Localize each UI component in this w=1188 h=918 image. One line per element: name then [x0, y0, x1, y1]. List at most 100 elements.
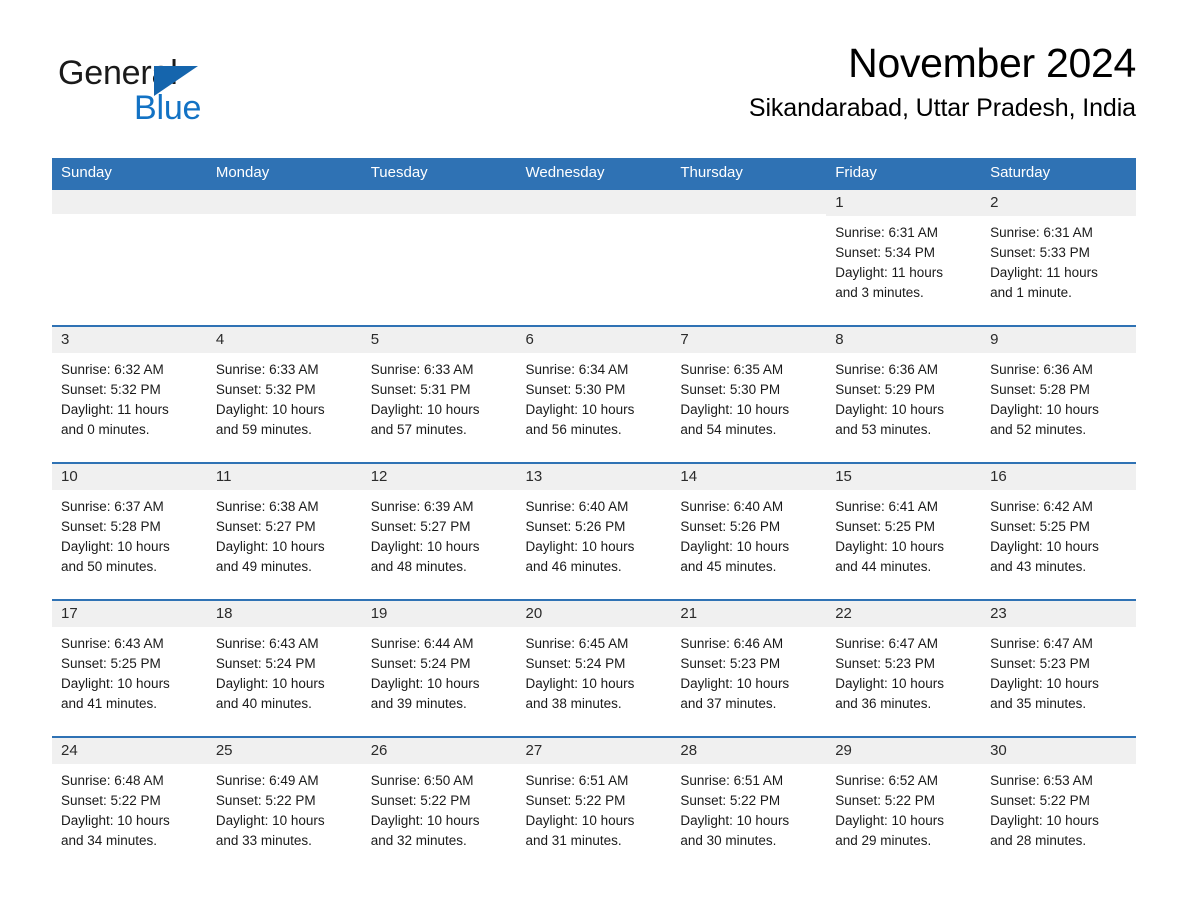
day-details: Sunrise: 6:40 AM Sunset: 5:26 PM Daylight:…: [671, 490, 826, 577]
sunrise-text: Sunrise: 6:36 AM: [835, 361, 939, 377]
sunrise-text: Sunrise: 6:44 AM: [370, 635, 474, 651]
daylight-text-line2: and 41 minutes.: [61, 695, 158, 711]
calendar-day-cell[interactable]: 13 Sunrise: 6:40 AM Sunset: 5:26 PM Dayligh…: [516, 461, 672, 600]
calendar-day-cell[interactable]: 30 Sunrise: 6:53 AM Sunset: 5:22 PM Dayligh…: [981, 735, 1136, 873]
calendar-day-cell[interactable]: 11 Sunrise: 6:38 AM Sunset: 5:27 PM Dayligh…: [206, 461, 362, 600]
daylight-text-line2: and 49 minutes.: [215, 558, 312, 574]
day-number: 1: [826, 189, 982, 216]
daylight-text-line1: Daylight: 10 hours: [215, 675, 325, 691]
calendar-day-cell[interactable]: 21 Sunrise: 6:46 AM Sunset: 5:23 PM Dayligh…: [671, 598, 827, 737]
calendar-day-cell[interactable]: 4 Sunrise: 6:33 AM Sunset: 5:32 PM Daylight…: [206, 324, 362, 463]
day-number: 19: [361, 600, 517, 627]
daylight-text-line2: and 54 minutes.: [680, 421, 777, 437]
calendar-day-cell[interactable]: 20 Sunrise: 6:45 AM Sunset: 5:24 PM Dayligh…: [516, 598, 672, 737]
sunset-text: Sunset: 5:25 PM: [990, 518, 1090, 534]
day-details: Sunrise: 6:47 AM Sunset: 5:23 PM Daylight:…: [981, 627, 1136, 714]
daylight-text-line1: Daylight: 11 hours: [835, 264, 944, 280]
day-number: 4: [206, 326, 362, 353]
calendar-day-cell[interactable]: 22 Sunrise: 6:47 AM Sunset: 5:23 PM Dayligh…: [826, 598, 982, 737]
day-details: Sunrise: 6:43 AM Sunset: 5:24 PM Daylight:…: [207, 627, 362, 714]
sunset-text: Sunset: 5:26 PM: [680, 518, 781, 534]
daylight-text-line2: and 43 minutes.: [990, 558, 1087, 574]
sunset-text: Sunset: 5:30 PM: [525, 381, 626, 397]
daylight-text-line2: and 3 minutes.: [835, 284, 924, 300]
calendar-day-cell[interactable]: 16 Sunrise: 6:42 AM Sunset: 5:25 PM Dayligh…: [981, 461, 1136, 600]
sunrise-text: Sunrise: 6:38 AM: [215, 498, 319, 514]
day-number: 29: [826, 737, 982, 764]
sunrise-text: Sunrise: 6:47 AM: [835, 635, 939, 651]
day-details: Sunrise: 6:44 AM Sunset: 5:24 PM Daylight:…: [362, 627, 517, 714]
daylight-text-line2: and 31 minutes.: [525, 832, 622, 848]
day-details: Sunrise: 6:33 AM Sunset: 5:31 PM Daylight:…: [362, 353, 517, 440]
sunset-text: Sunset: 5:23 PM: [990, 655, 1090, 671]
sunset-text: Sunset: 5:32 PM: [215, 381, 316, 397]
calendar-day-cell-empty: [206, 189, 362, 326]
daylight-text-line1: Daylight: 10 hours: [370, 675, 480, 691]
calendar-day-cell[interactable]: 2 Sunrise: 6:31 AM Sunset: 5:33 PM Daylight…: [981, 189, 1136, 326]
daylight-text-line1: Daylight: 10 hours: [370, 401, 480, 417]
sunrise-text: Sunrise: 6:35 AM: [680, 361, 784, 377]
daylight-text-line1: Daylight: 10 hours: [525, 401, 635, 417]
daylight-text-line2: and 45 minutes.: [680, 558, 777, 574]
sunrise-text: Sunrise: 6:47 AM: [990, 635, 1093, 651]
daylight-text-line1: Daylight: 10 hours: [990, 401, 1099, 417]
sunset-text: Sunset: 5:32 PM: [61, 381, 161, 397]
daylight-text-line2: and 30 minutes.: [680, 832, 777, 848]
daylight-text-line1: Daylight: 10 hours: [835, 538, 945, 554]
daylight-text-line2: and 1 minute.: [990, 284, 1072, 300]
sunset-text: Sunset: 5:22 PM: [370, 792, 471, 808]
page-title: November 2024: [848, 40, 1136, 86]
day-number: 5: [361, 326, 517, 353]
sunset-text: Sunset: 5:27 PM: [215, 518, 316, 534]
calendar-day-cell[interactable]: 15 Sunrise: 6:41 AM Sunset: 5:25 PM Dayligh…: [826, 461, 982, 600]
sunset-text: Sunset: 5:25 PM: [61, 655, 161, 671]
weekday-header-friday: Friday: [826, 158, 982, 190]
calendar-day-cell[interactable]: 1 Sunrise: 6:31 AM Sunset: 5:34 PM Daylight…: [826, 189, 982, 326]
daylight-text-line2: and 40 minutes.: [215, 695, 312, 711]
daylight-text-line1: Daylight: 10 hours: [990, 675, 1099, 691]
calendar-grid: Sunday Monday Tuesday Wednesday Thursday…: [52, 158, 1136, 873]
calendar-day-cell[interactable]: 19 Sunrise: 6:44 AM Sunset: 5:24 PM Dayligh…: [361, 598, 517, 737]
sunrise-text: Sunrise: 6:33 AM: [370, 361, 474, 377]
day-details: Sunrise: 6:50 AM Sunset: 5:22 PM Daylight:…: [362, 764, 517, 851]
weekday-header-sunday: Sunday: [52, 158, 207, 190]
sunset-text: Sunset: 5:31 PM: [370, 381, 471, 397]
day-details: Sunrise: 6:41 AM Sunset: 5:25 PM Daylight:…: [826, 490, 981, 577]
location-subtitle: Sikandarabad, Uttar Pradesh, India: [748, 94, 1136, 123]
daylight-text-line1: Daylight: 10 hours: [215, 812, 325, 828]
calendar-day-cell[interactable]: 3 Sunrise: 6:32 AM Sunset: 5:32 PM Daylight…: [52, 324, 207, 463]
daylight-text-line2: and 39 minutes.: [370, 695, 467, 711]
calendar-day-cell[interactable]: 12 Sunrise: 6:39 AM Sunset: 5:27 PM Dayligh…: [361, 461, 517, 600]
calendar-day-cell[interactable]: 27 Sunrise: 6:51 AM Sunset: 5:22 PM Dayligh…: [516, 735, 672, 873]
sunrise-text: Sunrise: 6:40 AM: [525, 498, 629, 514]
calendar-day-cell[interactable]: 9 Sunrise: 6:36 AM Sunset: 5:28 PM Daylight…: [981, 324, 1136, 463]
calendar-day-cell[interactable]: 25 Sunrise: 6:49 AM Sunset: 5:22 PM Dayligh…: [206, 735, 362, 873]
calendar-day-cell[interactable]: 24 Sunrise: 6:48 AM Sunset: 5:22 PM Dayligh…: [52, 735, 207, 873]
calendar-day-cell[interactable]: 14 Sunrise: 6:40 AM Sunset: 5:26 PM Dayligh…: [671, 461, 827, 600]
daylight-text-line2: and 56 minutes.: [525, 421, 622, 437]
calendar-day-cell[interactable]: 18 Sunrise: 6:43 AM Sunset: 5:24 PM Dayligh…: [206, 598, 362, 737]
calendar-day-cell[interactable]: 5 Sunrise: 6:33 AM Sunset: 5:31 PM Daylight…: [361, 324, 517, 463]
calendar-day-cell[interactable]: 6 Sunrise: 6:34 AM Sunset: 5:30 PM Daylight…: [516, 324, 672, 463]
sunrise-text: Sunrise: 6:48 AM: [61, 772, 164, 788]
calendar-day-cell[interactable]: 8 Sunrise: 6:36 AM Sunset: 5:29 PM Daylight…: [826, 324, 982, 463]
calendar-day-cell[interactable]: 10 Sunrise: 6:37 AM Sunset: 5:28 PM Dayligh…: [52, 461, 207, 600]
day-details: Sunrise: 6:42 AM Sunset: 5:25 PM Daylight:…: [981, 490, 1136, 577]
calendar-day-cell[interactable]: 28 Sunrise: 6:51 AM Sunset: 5:22 PM Dayligh…: [671, 735, 827, 873]
sunrise-text: Sunrise: 6:39 AM: [370, 498, 474, 514]
day-details: Sunrise: 6:39 AM Sunset: 5:27 PM Daylight:…: [362, 490, 517, 577]
calendar-day-cell[interactable]: 26 Sunrise: 6:50 AM Sunset: 5:22 PM Dayligh…: [361, 735, 517, 873]
day-details: Sunrise: 6:35 AM Sunset: 5:30 PM Daylight:…: [671, 353, 826, 440]
general-blue-logo[interactable]: General Blue: [58, 56, 318, 136]
sunrise-text: Sunrise: 6:51 AM: [680, 772, 784, 788]
calendar-day-cell[interactable]: 29 Sunrise: 6:52 AM Sunset: 5:22 PM Dayligh…: [826, 735, 982, 873]
calendar-day-cell[interactable]: 7 Sunrise: 6:35 AM Sunset: 5:30 PM Daylight…: [671, 324, 827, 463]
sunrise-text: Sunrise: 6:34 AM: [525, 361, 629, 377]
day-number: 18: [206, 600, 362, 627]
calendar-day-cell[interactable]: 17 Sunrise: 6:43 AM Sunset: 5:25 PM Dayligh…: [52, 598, 207, 737]
calendar-day-cell[interactable]: 23 Sunrise: 6:47 AM Sunset: 5:23 PM Dayligh…: [981, 598, 1136, 737]
sunrise-text: Sunrise: 6:36 AM: [990, 361, 1093, 377]
day-number: 23: [981, 600, 1136, 627]
daylight-text-line1: Daylight: 10 hours: [61, 812, 170, 828]
sunset-text: Sunset: 5:22 PM: [835, 792, 936, 808]
